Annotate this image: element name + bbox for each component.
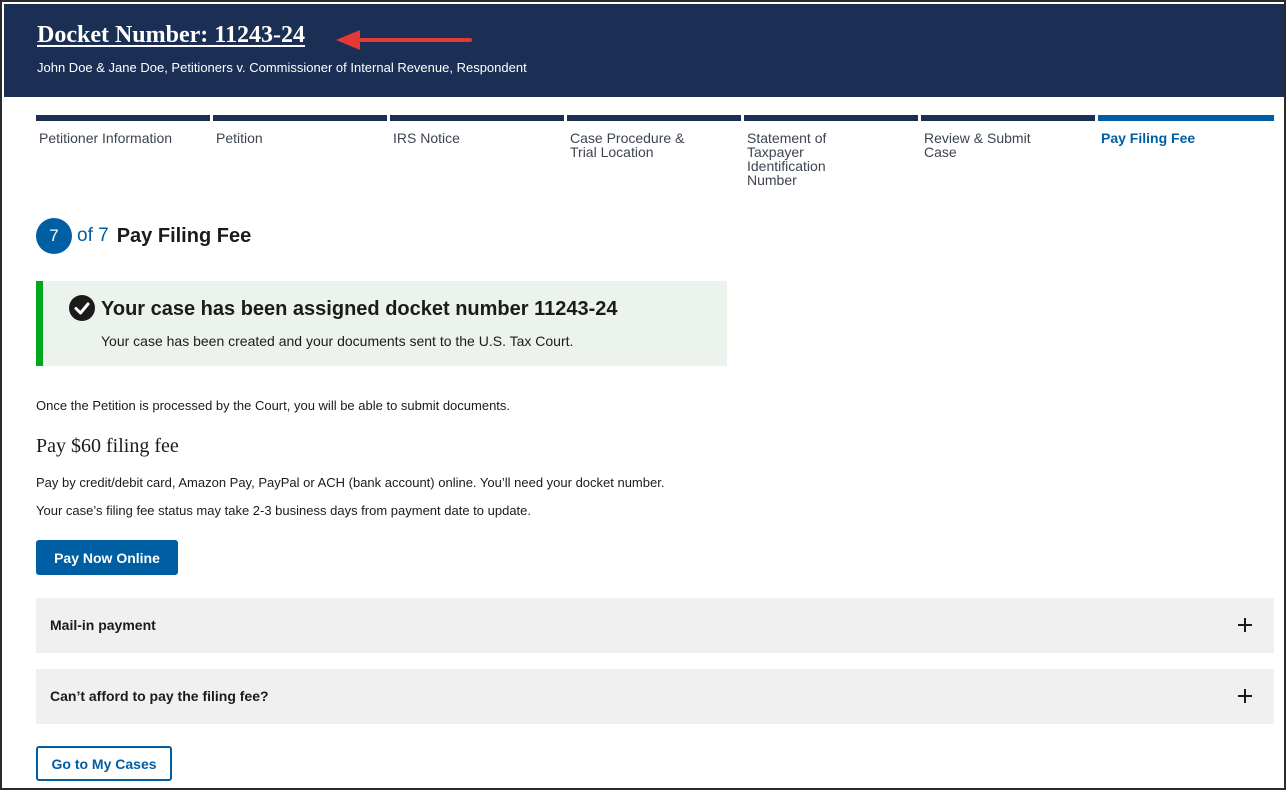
plus-icon — [1238, 689, 1252, 703]
step-bar — [390, 115, 564, 121]
payment-methods-text: Pay by credit/debit card, Amazon Pay, Pa… — [36, 475, 665, 490]
step-bar — [36, 115, 210, 121]
step-total: of 7 — [77, 225, 109, 246]
step-label: Statement of Taxpayer Identification Num… — [747, 130, 827, 188]
alert-heading: Your case has been assigned docket numbe… — [101, 298, 618, 320]
docket-number-link[interactable]: Docket Number: 11243-24 — [37, 22, 305, 49]
step-label: Pay Filing Fee — [1101, 130, 1196, 146]
success-alert: Your case has been assigned docket numbe… — [36, 281, 727, 366]
step-case-procedure: Case Procedure & Trial Location — [567, 115, 741, 159]
step-petitioner-information: Petitioner Information — [36, 115, 210, 145]
filing-fee-heading: Pay $60 filing fee — [36, 435, 179, 457]
page-title: Pay Filing Fee — [116, 224, 252, 247]
check-circle-icon — [69, 295, 95, 321]
step-number-badge: 7 — [36, 218, 72, 254]
page-frame: Docket Number: 11243-24 John Doe & Jane … — [0, 0, 1286, 790]
step-pay-filing-fee: Pay Filing Fee — [1098, 115, 1274, 145]
step-irs-notice: IRS Notice — [390, 115, 564, 145]
accordion-mail-in-payment[interactable]: Mail-in payment — [36, 598, 1274, 653]
step-bar — [744, 115, 918, 121]
step-label: Petition — [216, 130, 263, 146]
annotation-arrow-icon — [336, 30, 472, 50]
step-label: Case Procedure & Trial Location — [570, 130, 685, 160]
step-label: Petitioner Information — [39, 130, 173, 146]
step-indicator: Petitioner Information Petition IRS Noti… — [36, 115, 1274, 195]
fee-status-text: Your case’s filing fee status may take 2… — [36, 503, 532, 518]
step-petition: Petition — [213, 115, 387, 145]
step-heading: 7 of 7 Pay Filing Fee — [36, 218, 251, 254]
go-to-my-cases-button[interactable]: Go to My Cases — [36, 746, 172, 781]
plus-icon — [1238, 618, 1252, 632]
step-bar — [1098, 115, 1274, 121]
info-text: Once the Petition is processed by the Co… — [36, 398, 511, 413]
accordion-label: Mail-in payment — [50, 617, 156, 633]
step-label: IRS Notice — [393, 130, 460, 146]
step-bar — [213, 115, 387, 121]
step-statement-of-taxpayer-id: Statement of Taxpayer Identification Num… — [744, 115, 918, 187]
accordion-label: Can’t afford to pay the filing fee? — [50, 688, 269, 704]
accordion-cant-afford-fee[interactable]: Can’t afford to pay the filing fee? — [36, 669, 1274, 724]
alert-text: Your case has been created and your docu… — [101, 333, 574, 349]
pay-now-online-button[interactable]: Pay Now Online — [36, 540, 178, 575]
step-label: Review & Submit Case — [924, 130, 1031, 160]
step-bar — [921, 115, 1095, 121]
case-header: Docket Number: 11243-24 John Doe & Jane … — [4, 4, 1284, 97]
case-caption: John Doe & Jane Doe, Petitioners v. Comm… — [37, 60, 527, 75]
step-bar — [567, 115, 741, 121]
step-review-submit: Review & Submit Case — [921, 115, 1095, 159]
